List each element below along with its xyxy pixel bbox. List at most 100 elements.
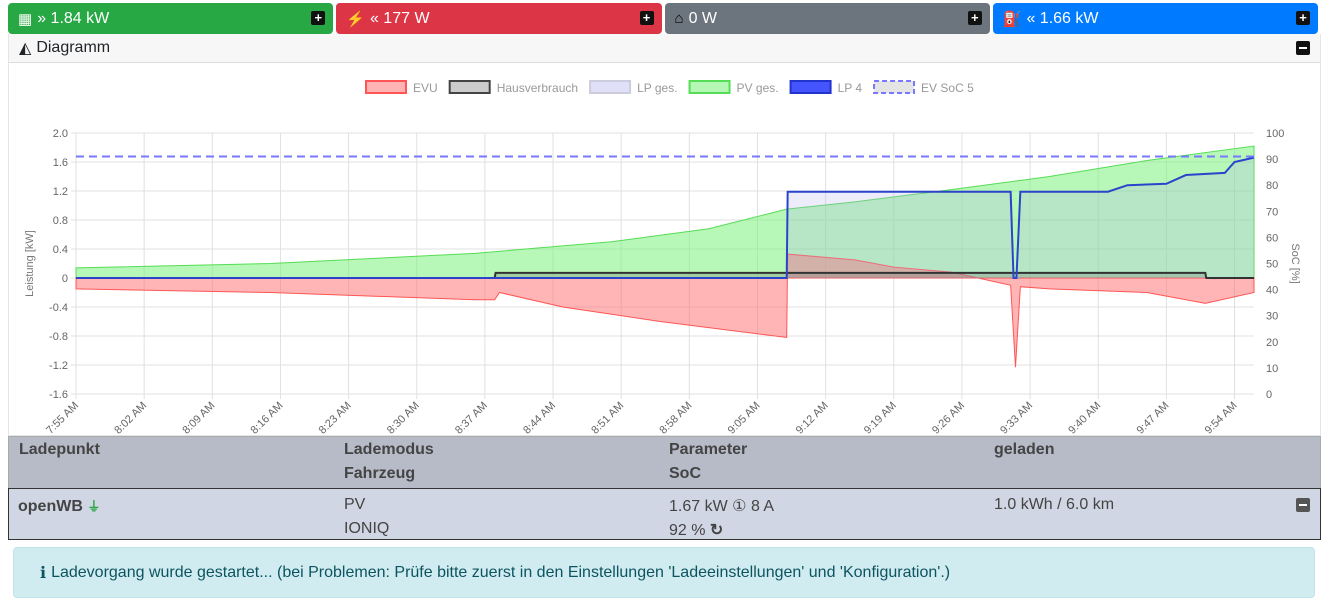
legend-label: PV ges. (737, 81, 779, 95)
y2-tick-label: 20 (1266, 337, 1278, 349)
y-tick-label: -0.4 (49, 302, 68, 314)
y2-tick-label: 80 (1266, 180, 1278, 192)
x-tick-label: 9:12 AM (794, 400, 831, 435)
pv-button[interactable]: ▦» 1.84 kW + (8, 3, 334, 34)
x-tick-label: 9:40 AM (1066, 400, 1103, 435)
x-tick-label: 9:26 AM (930, 400, 967, 435)
house-value: 0 W (688, 9, 718, 27)
home-icon: ⌂ (674, 10, 684, 27)
diagram-header[interactable]: ◭ Diagramm (9, 34, 1320, 63)
arrow: « (369, 9, 379, 27)
solar-panel-icon: ▦ (18, 10, 33, 28)
y-tick-label: 0.4 (53, 244, 68, 256)
y-tick-label: 1.6 (53, 157, 68, 169)
y-tick-label: 0.8 (53, 215, 68, 227)
x-tick-label: 8:23 AM (317, 400, 354, 435)
header-geladen: geladen (994, 441, 1055, 458)
charging-station-icon: ⛽ (1002, 10, 1022, 28)
y2-tick-label: 70 (1266, 206, 1278, 218)
legend-label: Hausverbrauch (497, 81, 578, 95)
y2-axis-label: SoC [%] (1289, 243, 1301, 283)
power-chart: 2.01.61.20.80.40-0.4-0.8-1.2-1.610090807… (24, 80, 1301, 437)
info-icon: ℹ (40, 564, 47, 582)
y2-tick-label: 10 (1266, 363, 1278, 375)
x-tick-label: 8:30 AM (385, 400, 422, 435)
legend-swatch (365, 80, 407, 94)
y-tick-label: 2.0 (53, 128, 68, 140)
arrow: « (1026, 9, 1036, 27)
diagram-card: ◭ Diagramm 2.0 1.6 1.2 0.8 0.4 0 -0.4 -0.8 -1.2 -1… (8, 34, 1321, 437)
chargepoint-button[interactable]: ⛽ « 1.66 kW + (992, 3, 1318, 34)
table-row[interactable]: openWB ⏚ PV IONIQ 1.67 kW ① 8 A 92 % ↻ 1… (8, 488, 1321, 540)
header-ladepunkt: Ladepunkt (19, 441, 100, 458)
charge-current: 8 A (750, 498, 775, 515)
header-lademodus: Lademodus (344, 441, 434, 458)
legend-swatch (688, 80, 731, 94)
legend-label: EV SoC 5 (921, 81, 974, 95)
y2-tick-label: 100 (1266, 128, 1284, 140)
x-tick-label: 7:55 AM (44, 400, 81, 435)
refresh-icon[interactable]: ↻ (710, 522, 723, 539)
legend-swatch (448, 80, 491, 94)
y2-tick-label: 30 (1266, 311, 1278, 323)
power-tower-icon: ⚡ (346, 10, 365, 28)
y2-tick-label: 40 (1266, 285, 1278, 297)
x-tick-label: 9:19 AM (862, 400, 899, 435)
expand-icon[interactable]: + (967, 11, 982, 25)
x-tick-label: 9:33 AM (998, 400, 1035, 435)
diagram-title: Diagramm (36, 39, 111, 56)
x-tick-label: 8:02 AM (112, 400, 149, 435)
expand-icon[interactable]: + (1296, 11, 1310, 25)
x-tick-label: 8:44 AM (521, 400, 558, 435)
header-parameter: Parameter (669, 441, 748, 458)
x-tick-label: 8:16 AM (249, 400, 286, 435)
y2-tick-label: 90 (1266, 154, 1278, 166)
chargepoint-value: 1.66 kW (1039, 9, 1099, 27)
collapse-row-icon[interactable] (1296, 498, 1310, 512)
house-button[interactable]: ⌂ 0 W + (664, 3, 990, 34)
expand-icon[interactable]: + (639, 11, 654, 25)
alert-text: Ladevorgang wurde gestartet... (bei Prob… (51, 563, 951, 581)
table-header: Ladepunkt Lademodus Fahrzeug Parameter S… (8, 436, 1321, 489)
legend-label: EVU (413, 81, 438, 95)
legend-swatch (873, 80, 916, 94)
grid-value: 177 W (383, 9, 430, 27)
y2-tick-label: 0 (1266, 389, 1272, 401)
y-axis-label: Leistung [kW] (24, 230, 36, 297)
x-tick-label: 9:47 AM (1134, 400, 1171, 435)
charge-power: 1.67 kW (669, 498, 728, 515)
grid-button[interactable]: ⚡ « 177 W + (336, 3, 662, 34)
info-alert: ℹ Ladevorgang wurde gestartet... (bei Pro… (13, 547, 1315, 598)
arrow: » (37, 9, 47, 27)
vehicle: IONIQ (344, 520, 390, 537)
header-fahrzeug: Fahrzeug (344, 465, 416, 482)
y-tick-label: 1.2 (53, 186, 68, 198)
x-tick-label: 8:09 AM (180, 400, 217, 435)
legend-swatch (589, 80, 632, 94)
chargepoint-name: openWB (18, 498, 83, 515)
x-tick-label: 9:05 AM (726, 400, 763, 435)
y-tick-label: 0 (62, 273, 68, 285)
soc-value: 92 % (669, 522, 706, 539)
legend-label: LP 4 (838, 81, 863, 95)
x-tick-label: 8:51 AM (589, 400, 626, 435)
y2-tick-label: 50 (1266, 259, 1278, 271)
pv-value: 1.84 kW (50, 9, 110, 27)
y-tick-label: -1.6 (49, 389, 68, 401)
phases: ① (732, 498, 747, 515)
status-bar: ▦» 1.84 kW + ⚡ « 177 W + ⌂ 0 W + ⛽ « 1.66 kW + (8, 3, 1318, 34)
y2-tick-label: 60 (1266, 232, 1278, 244)
y-tick-label: -1.2 (49, 360, 68, 372)
header-soc: SoC (669, 465, 701, 482)
x-tick-label: 8:58 AM (657, 400, 694, 435)
legend-label: LP ges. (637, 81, 677, 95)
charged-energy: 1.0 kWh / 6.0 km (994, 496, 1115, 513)
area-chart-icon: ◭ (19, 40, 32, 57)
expand-icon[interactable]: + (311, 11, 326, 25)
y-tick-label: -0.8 (49, 331, 68, 343)
charge-mode[interactable]: PV (344, 496, 365, 514)
collapse-icon[interactable] (1296, 41, 1310, 55)
plug-icon: ⏚ (87, 499, 101, 514)
legend-swatch (789, 80, 832, 94)
x-tick-label: 9:54 AM (1203, 400, 1240, 435)
